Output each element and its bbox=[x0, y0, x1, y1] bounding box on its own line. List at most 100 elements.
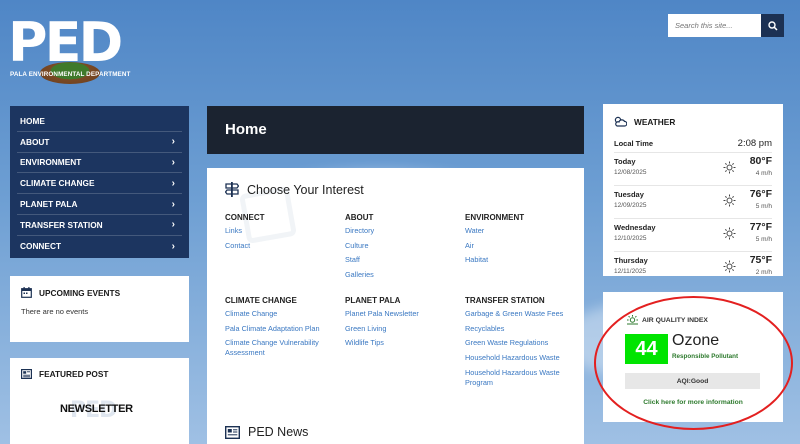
interest-link[interactable]: Recyclables bbox=[465, 324, 575, 334]
forecast-row: Tuesday 12/09/2025 76°F 5 m/h bbox=[614, 185, 772, 215]
interest-column-climate-change: CLIMATE CHANGE Climate Change Pala Clima… bbox=[225, 296, 333, 363]
widget-title-row: UPCOMING EVENTS bbox=[21, 287, 178, 298]
widget-title-row: WEATHER bbox=[614, 116, 772, 127]
widget-title: WEATHER bbox=[634, 116, 676, 127]
logo-subtitle: PALA ENVIRONMENTAL DEPARTMENT bbox=[10, 71, 131, 78]
interest-link[interactable]: Links bbox=[225, 226, 265, 236]
calendar-icon bbox=[21, 287, 32, 298]
interest-column-transfer-station: TRANSFER STATION Garbage & Green Waste F… bbox=[465, 296, 575, 392]
forecast-date: 12/08/2025 bbox=[614, 169, 647, 176]
search-input[interactable] bbox=[668, 14, 761, 37]
interest-link[interactable]: Culture bbox=[345, 241, 374, 251]
interest-link[interactable]: Staff bbox=[345, 255, 374, 265]
featured-post-widget: FEATURED POST PED NEWSLETTER bbox=[10, 358, 189, 444]
annotation-highlight-ellipse bbox=[594, 296, 793, 430]
column-heading: ABOUT bbox=[345, 213, 374, 222]
chevron-right-icon: › bbox=[171, 136, 175, 148]
main-nav: HOME ABOUT › ENVIRONMENT › CLIMATE CHANGE ›… bbox=[10, 106, 189, 258]
signpost-icon bbox=[225, 182, 239, 197]
forecast-wind: 5 m/h bbox=[755, 236, 772, 243]
interest-link[interactable]: Air bbox=[465, 241, 524, 251]
chevron-right-icon: › bbox=[171, 156, 175, 168]
nav-item-environment[interactable]: ENVIRONMENT › bbox=[17, 153, 182, 174]
forecast-wind: 4 m/h bbox=[755, 170, 772, 177]
forecast-day: Wednesday bbox=[614, 223, 656, 232]
interest-link[interactable]: Contact bbox=[225, 241, 265, 251]
interest-link[interactable]: Household Hazardous Waste Program bbox=[465, 368, 575, 388]
nav-item-label: CLIMATE CHANGE bbox=[20, 178, 95, 189]
forecast-row: Wednesday 12/10/2025 77°F 5 m/h bbox=[614, 218, 772, 248]
nav-item-transfer-station[interactable]: TRANSFER STATION › bbox=[17, 215, 182, 236]
forecast-temp: 75°F bbox=[749, 254, 772, 266]
nav-item-planet-pala[interactable]: PLANET PALA › bbox=[17, 194, 182, 215]
interest-link[interactable]: Climate Change Vulnerability Assessment bbox=[225, 338, 333, 358]
chevron-right-icon: › bbox=[171, 240, 175, 252]
nav-item-connect[interactable]: CONNECT › bbox=[17, 236, 182, 257]
page-header: Home bbox=[207, 106, 584, 154]
nav-item-climate-change[interactable]: CLIMATE CHANGE › bbox=[17, 173, 182, 195]
forecast-temp: 80°F bbox=[749, 155, 772, 167]
interest-link[interactable]: Pala Climate Adaptation Plan bbox=[225, 324, 333, 334]
interest-link[interactable]: Habitat bbox=[465, 255, 524, 265]
newspaper-icon bbox=[21, 369, 32, 379]
interest-link[interactable]: Climate Change bbox=[225, 309, 333, 319]
nav-item-home[interactable]: HOME bbox=[17, 111, 182, 132]
interest-link[interactable]: Planet Pala Newsletter bbox=[345, 309, 419, 319]
local-time-row: Local Time 2:08 pm bbox=[614, 138, 772, 149]
section-title: Choose Your Interest bbox=[247, 182, 364, 197]
upcoming-events-widget: UPCOMING EVENTS There are no events bbox=[10, 276, 189, 342]
forecast-row: Thursday 12/11/2025 75°F 2 m/h bbox=[614, 251, 772, 281]
nav-item-label: HOME bbox=[20, 115, 45, 126]
nav-item-label: PLANET PALA bbox=[20, 199, 78, 210]
chevron-right-icon: › bbox=[171, 177, 175, 189]
sun-icon bbox=[723, 194, 736, 207]
interest-column-environment: ENVIRONMENT Water Air Habitat bbox=[465, 213, 524, 270]
local-time-label: Local Time bbox=[614, 139, 654, 148]
column-heading: TRANSFER STATION bbox=[465, 296, 545, 305]
interest-column-connect: CONNECT Links Contact bbox=[225, 213, 265, 255]
nav-item-label: ABOUT bbox=[20, 136, 50, 147]
weather-widget: WEATHER Local Time 2:08 pm Today 12/08/20… bbox=[603, 104, 783, 276]
interest-column-planet-pala: PLANET PALA Planet Pala Newsletter Green… bbox=[345, 296, 419, 353]
widget-title-row: FEATURED POST bbox=[21, 369, 178, 379]
search-icon bbox=[767, 20, 778, 31]
interest-link[interactable]: Green Waste Regulations bbox=[465, 338, 575, 348]
interest-column-about: ABOUT Directory Culture Staff Galleries bbox=[345, 213, 374, 285]
news-title: PED News bbox=[248, 425, 309, 439]
no-events-text: There are no events bbox=[21, 307, 89, 316]
sun-icon bbox=[723, 161, 736, 174]
interest-link[interactable]: Wildlife Tips bbox=[345, 338, 419, 348]
nav-item-about[interactable]: ABOUT › bbox=[17, 132, 182, 153]
sun-icon bbox=[723, 227, 736, 240]
forecast-date: 12/09/2025 bbox=[614, 202, 647, 209]
choose-interest-section: Choose Your Interest CONNECT Links Conta… bbox=[207, 168, 584, 444]
column-heading: CLIMATE CHANGE bbox=[225, 296, 297, 305]
interest-link[interactable]: Directory bbox=[345, 226, 374, 236]
column-heading: ENVIRONMENT bbox=[465, 213, 525, 222]
widget-title: FEATURED POST bbox=[39, 369, 109, 379]
interest-link[interactable]: Water bbox=[465, 226, 524, 236]
search-bar bbox=[668, 14, 784, 37]
forecast-wind: 2 m/h bbox=[755, 269, 772, 276]
interest-link[interactable]: Green Living bbox=[345, 324, 419, 334]
nav-item-label: TRANSFER STATION bbox=[20, 219, 103, 230]
site-logo[interactable]: PED PALA ENVIRONMENTAL DEPARTMENT bbox=[8, 16, 133, 84]
forecast-day: Today bbox=[614, 157, 636, 166]
featured-post-image[interactable]: PED NEWSLETTER bbox=[58, 398, 138, 426]
interest-link[interactable]: Household Hazardous Waste bbox=[465, 353, 575, 363]
interest-link[interactable]: Galleries bbox=[345, 270, 374, 280]
newspaper-icon bbox=[225, 425, 240, 439]
forecast-row: Today 12/08/2025 80°F 4 m/h bbox=[614, 152, 772, 182]
search-button[interactable] bbox=[761, 14, 784, 37]
forecast-temp: 77°F bbox=[749, 221, 772, 233]
column-heading: PLANET PALA bbox=[345, 296, 401, 305]
interest-link[interactable]: Garbage & Green Waste Fees bbox=[465, 309, 575, 319]
weather-cloud-icon bbox=[614, 116, 627, 127]
news-title-row: PED News bbox=[225, 425, 308, 439]
local-time-value: 2:08 pm bbox=[737, 138, 772, 149]
forecast-date: 12/10/2025 bbox=[614, 235, 647, 242]
chevron-right-icon: › bbox=[171, 198, 175, 210]
forecast-temp: 76°F bbox=[749, 188, 772, 200]
page-title: Home bbox=[225, 121, 267, 138]
logo-text: PED bbox=[8, 11, 123, 74]
